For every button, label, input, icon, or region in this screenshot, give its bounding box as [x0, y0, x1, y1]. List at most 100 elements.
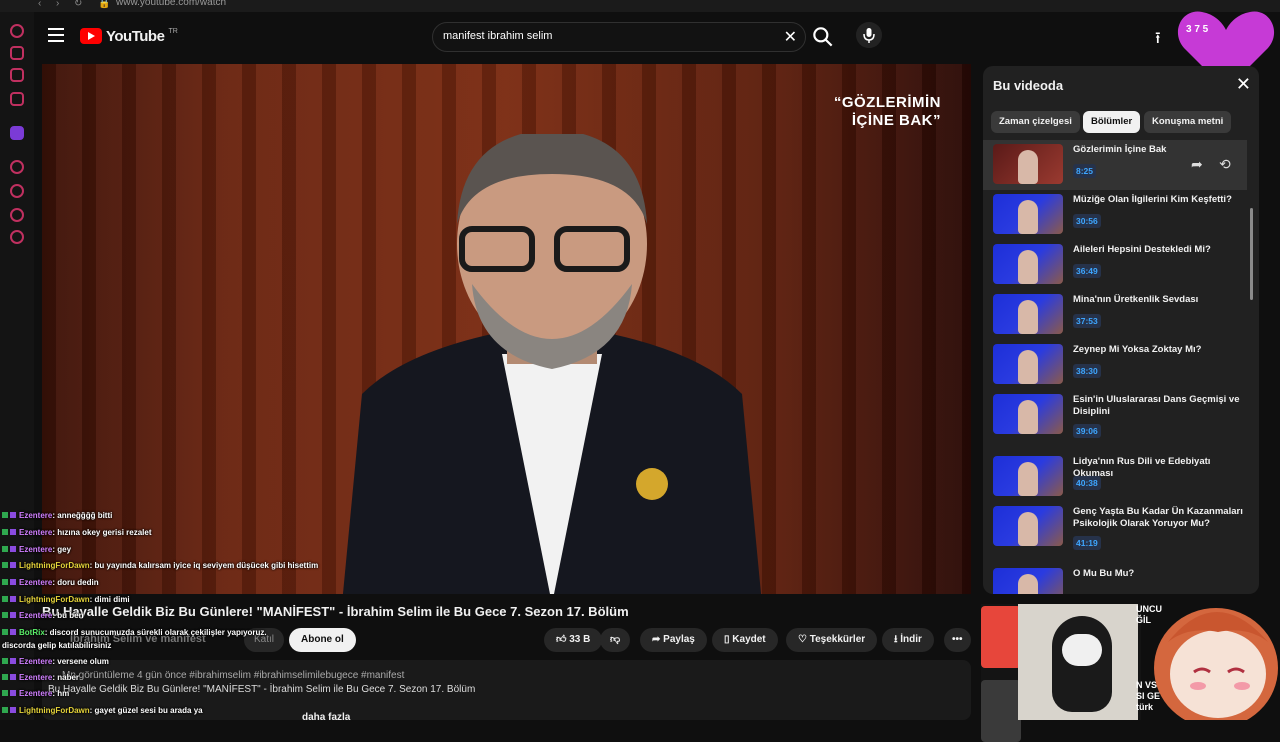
address-bar[interactable]: www.youtube.com/watch	[116, 0, 226, 8]
chapter-thumbnail	[993, 568, 1063, 594]
chat-message: Ezentere: anneğğğğ bitti	[2, 511, 112, 520]
clock-icon[interactable]	[10, 184, 24, 198]
chapter-item[interactable]: O Mu Bu Mu?	[983, 564, 1247, 594]
chapter-title: Genç Yaşta Bu Kadar Ün Kazanmaları Psiko…	[1073, 506, 1243, 529]
reload-icon[interactable]: ↻	[74, 0, 82, 9]
chat-message: BotRix: discord sunucumuzda sürekli olar…	[2, 628, 267, 637]
chapter-item[interactable]: Aileleri Hepsini Destekledi Mi? 36:49	[983, 240, 1247, 290]
chapter-thumbnail	[993, 344, 1063, 384]
heart-stats: 3 7 5	[1186, 24, 1209, 35]
history-icon[interactable]	[10, 24, 24, 38]
chapter-item[interactable]: Genç Yaşta Bu Kadar Ün Kazanmaları Psiko…	[983, 502, 1247, 552]
chapter-item[interactable]: Mina'nın Üretkenlik Sevdası 37:53	[983, 290, 1247, 340]
video-meta: Mn görüntüleme 4 gün önce #ibrahimselim …	[62, 670, 405, 681]
chapter-item[interactable]: Müziğe Olan İlgilerini Kim Keşfetti? 30:…	[983, 190, 1247, 240]
video-title: Bu Hayalle Geldik Biz Bu Günlere! "MANİF…	[42, 604, 629, 619]
share-label: Paylaş	[663, 634, 695, 645]
chapter-title: Zeynep Mi Yoksa Zoktay Mı?	[1073, 344, 1202, 355]
like-button[interactable]: 👍︎ 33 B	[544, 628, 603, 652]
tab-chapters[interactable]: Bölümler	[1083, 111, 1141, 133]
chapter-title: Müziğe Olan İlgilerini Kim Keşfetti?	[1073, 194, 1232, 205]
overlay-title-line2: İÇİNE BAK”	[851, 112, 941, 129]
more-actions-button[interactable]: •••	[944, 628, 971, 652]
chapter-item[interactable]: Gözlerimin İçine Bak 8:25 ➦ ⟲	[983, 140, 1247, 190]
close-icon[interactable]: ✕	[1236, 74, 1251, 95]
thumbs-up-icon: 👍︎	[556, 634, 567, 645]
chapter-thumbnail	[993, 294, 1063, 334]
search-icon[interactable]	[810, 24, 836, 50]
video-frame-person	[342, 134, 762, 594]
chapter-thumbnail	[993, 244, 1063, 284]
video-player[interactable]: “GÖZLERİMİN İÇİNE BAK”	[42, 64, 971, 594]
repeat-icon[interactable]: ⟲	[1219, 156, 1231, 173]
chapter-time: 36:49	[1073, 264, 1101, 278]
chapter-thumbnail	[993, 394, 1063, 434]
youtube-logo[interactable]: YouTube TR	[80, 26, 178, 46]
thumbs-down-icon: 👎︎	[610, 634, 621, 645]
twitch-icon[interactable]	[10, 126, 24, 140]
thanks-label: Teşekkürler	[809, 634, 866, 645]
note-icon[interactable]	[10, 68, 24, 82]
logo-text: YouTube	[106, 27, 165, 45]
chat-message: discorda gelip katılabilirsiniz	[2, 641, 112, 650]
forward-icon[interactable]: ›	[56, 0, 59, 9]
chapter-time: 38:30	[1073, 364, 1101, 378]
chapter-title: Gözlerimin İçine Bak	[1073, 144, 1167, 155]
chat-message: Ezentere: doru dedin	[2, 578, 99, 587]
chapter-thumbnail	[993, 506, 1063, 546]
settings-icon[interactable]	[10, 230, 24, 244]
chat-message: Ezentere: naber	[2, 673, 79, 682]
share-button[interactable]: ➦ Paylaş	[640, 628, 707, 652]
back-icon[interactable]: ‹	[38, 0, 41, 9]
thanks-button[interactable]: ♡ Teşekkürler	[786, 628, 878, 652]
chapter-time: 30:56	[1073, 214, 1101, 228]
description-text: Bu Hayalle Geldik Biz Bu Günlere! "MANİF…	[48, 684, 476, 695]
chapter-time: 39:06	[1073, 424, 1101, 438]
chat-message: Ezentere: hızına okey gerisi rezalet	[2, 528, 152, 537]
chapter-time: 37:53	[1073, 314, 1101, 328]
subscribe-button[interactable]: Abone ol	[289, 628, 356, 652]
panel-title: Bu videoda	[993, 78, 1064, 93]
chat-message: Ezentere: gey	[2, 545, 71, 554]
more-icon: •••	[952, 634, 963, 645]
recommendation-thumbnail[interactable]	[981, 606, 1021, 668]
anime-avatar	[1154, 608, 1278, 720]
chapters-panel: Bu videoda ✕ Zaman çizelgesi Bölümler Ko…	[983, 66, 1259, 594]
chat-message: Ezentere: versene olum	[2, 657, 109, 666]
recommendation-thumbnail[interactable]	[981, 680, 1021, 742]
chapter-title: O Mu Bu Mu?	[1073, 568, 1135, 579]
overlay-title-line1: “GÖZLERİMİN	[833, 94, 941, 111]
tab-transcript[interactable]: Konuşma metni	[1144, 111, 1232, 133]
panel-scrollbar[interactable]	[1250, 208, 1253, 300]
video-overlay-title: “GÖZLERİMİN İÇİNE BAK”	[834, 94, 941, 130]
player-icon[interactable]	[10, 160, 24, 174]
download-button[interactable]: ⭳ İndir	[882, 628, 934, 652]
dislike-button[interactable]: 👎︎	[600, 628, 631, 652]
menu-button[interactable]	[48, 28, 64, 42]
show-more-link[interactable]: daha fazla	[302, 712, 350, 723]
chapter-thumbnail	[993, 144, 1063, 184]
chapter-title: Esin'in Uluslararası Dans Geçmişi ve Dis…	[1073, 394, 1240, 417]
microphone-icon[interactable]	[856, 22, 882, 48]
chapter-item[interactable]: Lidya'nın Rus Dili ve Edebiyatı Okuması …	[983, 452, 1247, 502]
tab-timeline[interactable]: Zaman çizelgesi	[991, 111, 1080, 133]
chapter-item[interactable]: Esin'in Uluslararası Dans Geçmişi ve Dis…	[983, 390, 1247, 440]
chapter-thumbnail	[993, 456, 1063, 496]
extension-icon[interactable]	[10, 46, 24, 60]
clear-search-icon[interactable]: ✕	[784, 27, 797, 47]
upload-icon[interactable]: ⭱	[1155, 27, 1161, 54]
mail-icon[interactable]	[10, 92, 24, 106]
download-label: İndir	[900, 634, 922, 645]
save-button[interactable]: ▯ Kaydet	[712, 628, 778, 652]
search-input[interactable]: manifest ibrahim selim ✕	[432, 22, 806, 52]
browser-toolbar: ‹ › ↻ 🔒 www.youtube.com/watch	[0, 0, 1280, 12]
chapter-time: 40:38	[1073, 476, 1101, 490]
share-icon[interactable]: ➦	[1191, 156, 1203, 173]
puzzle-icon[interactable]	[10, 208, 24, 222]
share-icon: ➦	[652, 634, 661, 645]
chapter-item[interactable]: Zeynep Mi Yoksa Zoktay Mı? 38:30	[983, 340, 1247, 390]
bookmark-icon: ▯	[724, 634, 730, 645]
chapter-title: Aileleri Hepsini Destekledi Mi?	[1073, 244, 1211, 255]
chapter-time: 8:25	[1073, 164, 1097, 178]
chat-message: LightningForDawn: gayet güzel sesi bu ar…	[2, 706, 203, 715]
